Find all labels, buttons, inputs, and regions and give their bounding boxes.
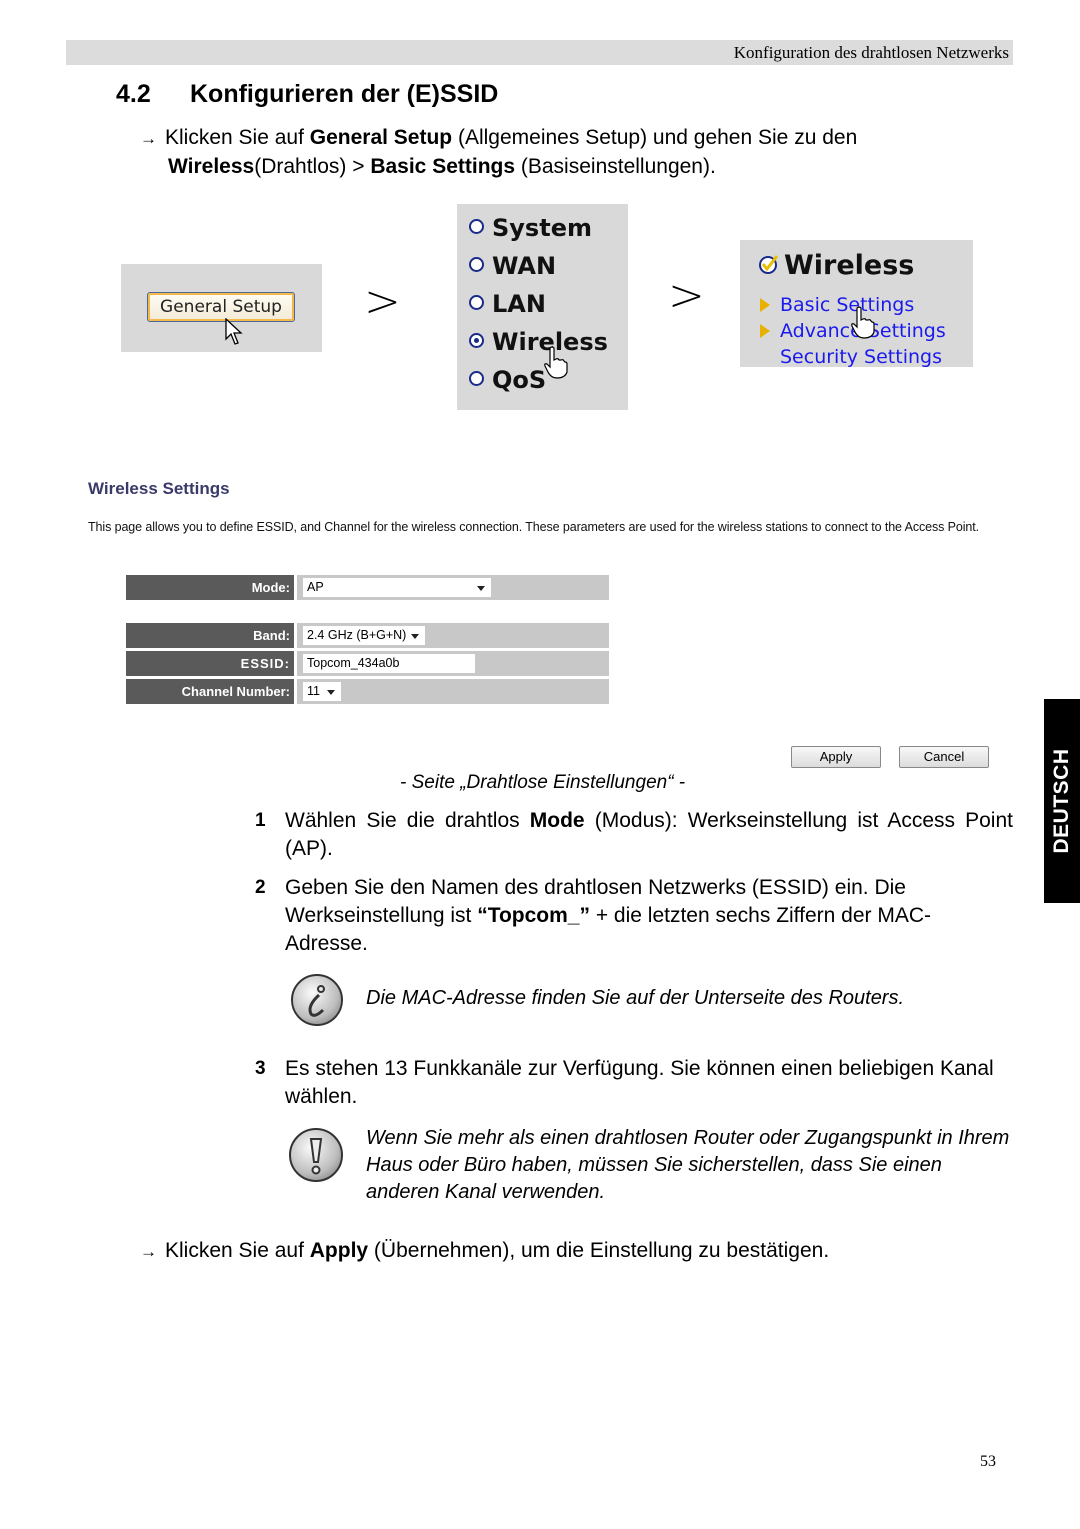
radio-icon [469,371,484,386]
mode-label: Mode: [126,575,294,600]
info-icon [291,974,343,1026]
submenu-link-basic-settings[interactable]: Basic Settings [760,294,914,316]
menu-item-system[interactable]: System [469,214,592,242]
chevron-down-icon [477,586,485,591]
radio-selected-icon [469,333,484,348]
step-number: 3 [255,1058,266,1079]
outro-instruction: → Klicken Sie auf Apply (Übernehmen), um … [140,1239,830,1262]
essid-input[interactable] [303,654,475,673]
menu-item-wireless[interactable]: Wireless [469,328,608,356]
submenu-title: Wireless [758,250,914,281]
channel-label: Channel Number: [126,679,294,704]
arrow-icon: → [140,129,157,148]
chevron-down-icon [327,690,335,695]
general-setup-screenshot: General Setup [121,264,322,352]
radio-icon [469,257,484,272]
step-number: 2 [255,877,266,898]
essid-label: ESSID: [126,651,294,676]
separator-arrow: > [364,276,401,327]
step-number: 1 [255,810,266,831]
figure-caption: - Seite „Drahtlose Einstellungen“ - [400,772,686,793]
submenu-link-security-settings[interactable]: Security Settings [780,346,942,367]
mode-select[interactable]: AP [303,578,491,597]
band-select[interactable]: 2.4 GHz (B+G+N) [303,626,425,645]
radio-icon [469,295,484,310]
info-note-text: Die MAC-Adresse finden Sie auf der Unter… [366,987,905,1009]
arrow-icon: → [140,1242,157,1261]
step-2-text: Geben Sie den Namen des drahtlosen Netzw… [285,876,932,955]
menu-item-wan[interactable]: WAN [469,252,556,280]
step-1-text: Wählen Sie die drahtlos Mode (Modus): We… [285,809,1013,860]
page-number: 53 [980,1453,996,1470]
section-title: Konfigurieren der (E)SSID [190,80,499,108]
chevron-down-icon [411,634,419,639]
separator-arrow: > [668,270,705,321]
radio-icon [469,219,484,234]
cancel-button[interactable]: Cancel [899,746,989,768]
language-label: DEUTSCH [1050,748,1073,854]
wireless-settings-description: This page allows you to define ESSID, an… [88,520,980,534]
section-number: 4.2 [116,80,151,108]
triangle-bullet-icon [760,298,770,312]
menu-item-qos[interactable]: QoS [469,366,546,394]
language-tab: DEUTSCH [1044,699,1080,903]
main-menu-screenshot: System WAN LAN Wireless QoS [457,204,628,410]
running-header: Konfiguration des drahtlosen Netzwerks [66,40,1013,65]
channel-select[interactable]: 11 [303,682,341,701]
mode-row: Mode: AP [126,575,609,600]
menu-item-lan[interactable]: LAN [469,290,546,318]
triangle-bullet-icon [760,324,770,338]
wireless-settings-title: Wireless Settings [88,479,230,498]
step-3-text: Es stehen 13 Funkkanäle zur Verfügung. S… [285,1057,994,1108]
general-setup-button[interactable]: General Setup [147,292,295,322]
apply-button[interactable]: Apply [791,746,881,768]
band-row: Band: 2.4 GHz (B+G+N) [126,623,609,648]
wireless-submenu-screenshot: Wireless Basic Settings Advance Settings… [740,240,973,367]
intro-instruction: → Klicken Sie auf General Setup (Allgemei… [140,126,858,178]
hand-pointer-icon [544,346,568,379]
checked-circle-icon [759,255,779,274]
band-label: Band: [126,623,294,648]
hand-pointer-icon [851,306,875,339]
channel-row: Channel Number: 11 [126,679,609,704]
warning-icon [289,1128,343,1182]
essid-row: ESSID: [126,651,609,676]
running-title: Konfiguration des drahtlosen Netzwerks [733,43,1009,62]
mouse-pointer-icon [225,318,243,345]
warning-note-text: Wenn Sie mehr als einen drahtlosen Route… [366,1127,1010,1203]
